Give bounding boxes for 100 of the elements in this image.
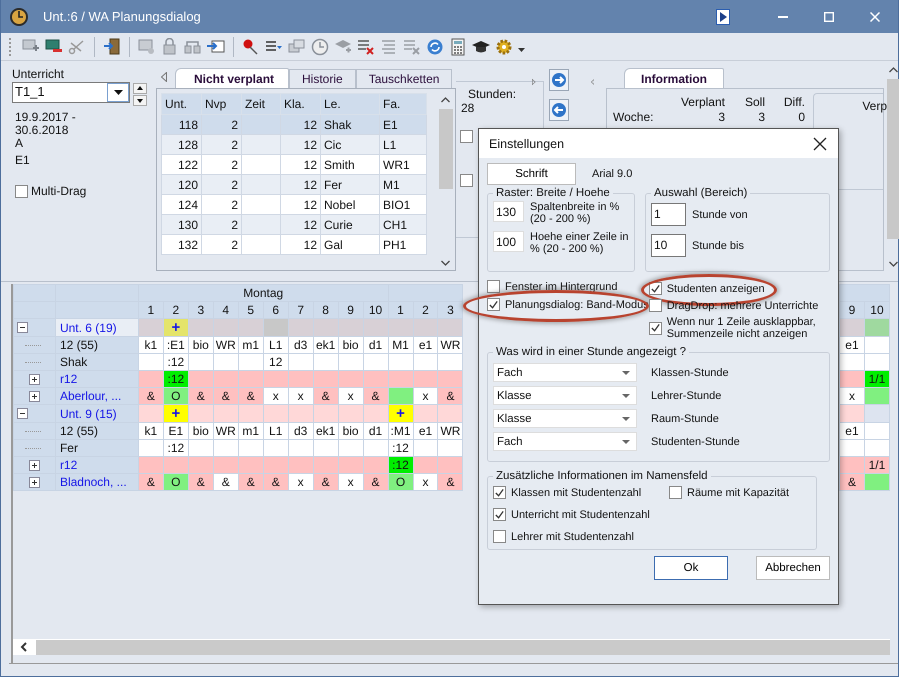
collapse-icon[interactable]	[17, 322, 28, 333]
grid-cell[interactable]: +	[163, 404, 188, 422]
scroll-right-icon[interactable]	[532, 77, 536, 87]
windows-icon[interactable]	[288, 38, 306, 56]
grid-cell[interactable]	[313, 370, 338, 388]
grid-cell[interactable]	[188, 404, 214, 422]
grid-cell[interactable]	[238, 456, 264, 474]
grid-cell[interactable]	[388, 318, 414, 336]
grid-cell[interactable]: :E1	[163, 336, 188, 354]
expand-icon[interactable]	[29, 476, 40, 488]
ok-button[interactable]: Ok	[654, 556, 728, 580]
scissors-icon[interactable]	[68, 38, 86, 56]
input-field[interactable]: 1	[651, 203, 686, 226]
grid-cell[interactable]	[313, 440, 338, 456]
grid-cell[interactable]: &	[138, 388, 164, 404]
grid-cell[interactable]	[263, 370, 288, 388]
grid-cell[interactable]	[363, 318, 388, 336]
grid-cell[interactable]: &	[438, 474, 463, 490]
grid-cell[interactable]	[864, 422, 890, 440]
grid-cell[interactable]	[263, 456, 288, 474]
grid-cell[interactable]: k1	[138, 422, 164, 440]
checkbox[interactable]	[493, 508, 506, 521]
cancel-button[interactable]: Abbrechen	[756, 556, 830, 580]
grid-cell[interactable]	[313, 318, 338, 336]
grid-cell[interactable]: :12	[388, 456, 414, 474]
grid-cell[interactable]	[238, 354, 264, 370]
grid-cell[interactable]	[413, 456, 438, 474]
grid-cell[interactable]: x	[413, 388, 438, 404]
grid-cell[interactable]	[288, 440, 314, 456]
scroll-left-icon[interactable]	[20, 642, 28, 652]
column-header[interactable]: Fa.	[380, 94, 426, 114]
grid-cell[interactable]: &	[840, 474, 864, 490]
grid-cell[interactable]	[238, 370, 264, 388]
grid-cell[interactable]	[363, 440, 388, 456]
grid-cell[interactable]: WR	[213, 336, 238, 354]
grid-cell[interactable]	[138, 370, 164, 388]
grid-cell[interactable]: x	[288, 474, 314, 490]
checkbox[interactable]	[460, 174, 473, 187]
grid-cell[interactable]: WR	[438, 422, 463, 440]
grid-cell[interactable]	[213, 404, 238, 422]
pin-icon[interactable]	[242, 38, 260, 56]
grid-cell[interactable]: &	[363, 474, 388, 490]
grid-cell[interactable]	[438, 456, 463, 474]
grid-cell[interactable]	[338, 370, 364, 388]
grid-cell[interactable]: e1	[840, 422, 864, 440]
input-field[interactable]: 130	[493, 201, 524, 222]
calculator-icon[interactable]	[449, 38, 467, 56]
column-header[interactable]: Zeit	[242, 94, 280, 114]
scroll-thumb[interactable]	[886, 79, 899, 239]
grid-cell[interactable]: d1	[363, 422, 388, 440]
grid-cell[interactable]: x	[840, 388, 864, 404]
grid-cell[interactable]: O	[163, 474, 188, 490]
grid-cell[interactable]	[438, 318, 463, 336]
grid-cell[interactable]	[288, 404, 314, 422]
grid-cell[interactable]: &	[213, 388, 238, 404]
grid-cell[interactable]: e1	[413, 336, 438, 354]
grid-cell[interactable]: bio	[338, 336, 364, 354]
row-link[interactable]: r12	[55, 370, 138, 388]
grid-cell[interactable]	[263, 404, 288, 422]
expand-icon[interactable]	[29, 460, 40, 470]
grid-cell[interactable]	[840, 354, 864, 370]
column-header[interactable]: Unt.	[162, 94, 202, 114]
grid-cell[interactable]	[188, 318, 214, 336]
grid-cell[interactable]	[388, 354, 414, 370]
grid-cell[interactable]	[213, 456, 238, 474]
checkbox[interactable]	[493, 486, 506, 499]
row-link[interactable]: r12	[55, 456, 138, 474]
grid-cell[interactable]: bio	[188, 422, 214, 440]
grid-cell[interactable]	[338, 318, 364, 336]
grid-cell[interactable]: &	[213, 474, 238, 490]
grid-cell[interactable]: x	[338, 388, 364, 404]
grid-cell[interactable]	[188, 354, 214, 370]
grid-cell[interactable]	[363, 354, 388, 370]
column-header[interactable]: Le.	[320, 94, 380, 114]
grid-cell[interactable]	[413, 318, 438, 336]
grid-cell[interactable]	[413, 370, 438, 388]
grid-cell[interactable]	[840, 456, 864, 474]
row-link[interactable]: Unt. 6 (19)	[55, 318, 138, 336]
grid-cell[interactable]	[188, 456, 214, 474]
import-icon[interactable]	[207, 38, 225, 56]
grid-cell[interactable]: d3	[288, 422, 314, 440]
grid-cell[interactable]	[263, 318, 288, 336]
checkbox[interactable]	[648, 299, 662, 312]
grid-cell[interactable]: +	[163, 318, 188, 336]
window-icon[interactable]	[138, 38, 156, 56]
font-button[interactable]: Schrift	[487, 163, 576, 185]
delete-list-icon[interactable]	[357, 38, 375, 56]
dropdown[interactable]: Fach	[493, 363, 637, 382]
checkbox[interactable]	[648, 322, 662, 334]
grid-cell[interactable]: m1	[238, 422, 264, 440]
grid-cell[interactable]	[138, 456, 164, 474]
grid-cell[interactable]	[163, 456, 188, 474]
grid-cell[interactable]: x	[338, 474, 364, 490]
grid-cell[interactable]	[338, 456, 364, 474]
grid-cell[interactable]: :12	[163, 354, 188, 370]
scroll-down-icon[interactable]	[889, 261, 898, 267]
grid-cell[interactable]	[438, 354, 463, 370]
checkbox[interactable]	[487, 280, 500, 293]
grid-cell[interactable]	[338, 354, 364, 370]
grid-cell[interactable]	[864, 440, 890, 456]
